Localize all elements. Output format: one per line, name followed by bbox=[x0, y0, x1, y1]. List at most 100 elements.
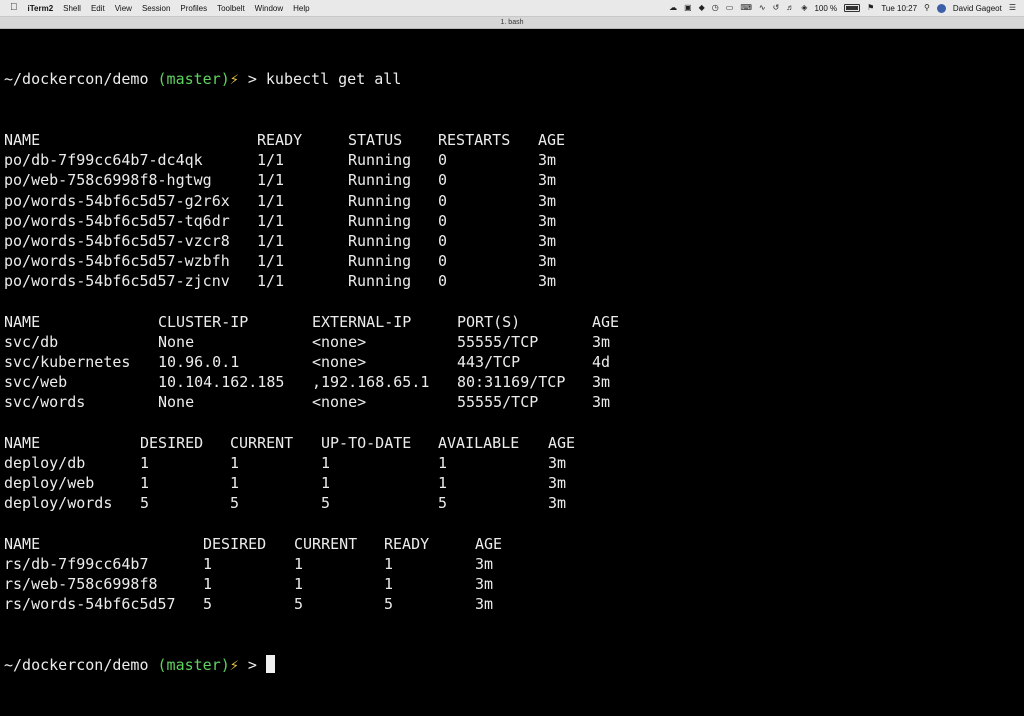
time-machine-icon[interactable]: ↺ bbox=[773, 0, 780, 16]
table-row: deploy/db 1 1 1 1 3m bbox=[4, 453, 566, 473]
user-name[interactable]: David Gageot bbox=[953, 4, 1002, 13]
table-cell: 5 bbox=[203, 595, 213, 614]
apple-menu-icon[interactable]:  bbox=[10, 0, 18, 16]
screen-mirror-icon[interactable]: ▭ bbox=[726, 0, 734, 16]
table-cell: 3m bbox=[548, 494, 567, 513]
table-row: rs/words-54bf6c5d57 5 5 5 3m bbox=[4, 594, 493, 614]
column-header: UP-TO-DATE bbox=[321, 433, 412, 452]
column-header: RESTARTS bbox=[438, 131, 511, 149]
spotlight-search-icon[interactable]: ⚲ bbox=[924, 0, 930, 16]
table-cell: 3m bbox=[592, 393, 611, 412]
table-cell: 3m bbox=[538, 151, 557, 170]
prompt-path: ~/dockercon/demo bbox=[4, 70, 149, 89]
menu-help[interactable]: Help bbox=[293, 4, 309, 13]
volume-icon[interactable]: ♬ bbox=[786, 0, 794, 16]
column-header: PORT(S) bbox=[457, 312, 521, 331]
table-cell: 4d bbox=[592, 353, 611, 372]
table-cell: 5 bbox=[140, 494, 150, 513]
table-cell: 3m bbox=[475, 575, 494, 594]
column-header: CURRENT bbox=[294, 534, 358, 553]
table-cell: 1 bbox=[438, 454, 448, 472]
table-cell: po/words-54bf6c5d57-zjcnv bbox=[4, 272, 230, 291]
table-cell: 1/1 bbox=[257, 231, 285, 250]
table-cell: svc/db bbox=[4, 332, 59, 351]
wifi-icon[interactable]: ◈ bbox=[801, 0, 807, 16]
table-cell: 5 bbox=[384, 595, 394, 614]
table-cell: 5 bbox=[438, 494, 448, 513]
table-cell: svc/web bbox=[4, 373, 68, 392]
table-cell: 3m bbox=[538, 191, 557, 210]
prompt-bolt: ⚡ bbox=[229, 70, 239, 89]
window-title-bar[interactable]: 1. bash bbox=[0, 17, 1024, 29]
table-cell: 1 bbox=[203, 575, 213, 594]
replicasets-table: NAME DESIRED CURRENT READY AGE rs/db-7f99cc64… bbox=[4, 534, 502, 615]
table-row: po/words-54bf6c5d57-tq6dr 1/1 Running 0 3m bbox=[4, 211, 556, 231]
table-cell: deploy/web bbox=[4, 474, 95, 493]
table-cell: 1 bbox=[294, 554, 304, 573]
column-header: AVAILABLE bbox=[438, 433, 520, 452]
table-cell: rs/words-54bf6c5d57 bbox=[4, 595, 176, 614]
table-cell: po/words-54bf6c5d57-wzbfh bbox=[4, 252, 230, 271]
timer-icon[interactable]: ◷ bbox=[712, 0, 719, 16]
menu-shell[interactable]: Shell bbox=[63, 4, 81, 13]
menu-session[interactable]: Session bbox=[142, 4, 170, 13]
table-cell: svc/words bbox=[4, 393, 86, 412]
table-row: svc/kubernetes 10.96.0.1 <none> 443/TCP 4d bbox=[4, 352, 610, 372]
table-cell: 1 bbox=[230, 474, 240, 493]
docker-whale-icon[interactable]: ▣ bbox=[684, 0, 692, 16]
table-row: po/words-54bf6c5d57-wzbfh 1/1 Running 0 3m bbox=[4, 251, 556, 271]
menu-view[interactable]: View bbox=[115, 4, 132, 13]
keyboard-icon[interactable]: ⌨ bbox=[740, 0, 752, 16]
table-header: NAME DESIRED CURRENT READY AGE bbox=[4, 534, 502, 554]
text-cursor[interactable] bbox=[265, 654, 275, 673]
table-cell: 1/1 bbox=[257, 171, 285, 190]
table-cell: 1 bbox=[384, 575, 394, 594]
dropbox-icon[interactable]: ◆ bbox=[699, 0, 705, 16]
table-cell: 10.96.0.1 bbox=[158, 353, 240, 372]
table-row: po/db-7f99cc64b7-dc4qk 1/1 Running 0 3m bbox=[4, 150, 556, 170]
table-cell: 3m bbox=[548, 474, 567, 493]
table-cell: 1/1 bbox=[257, 211, 285, 230]
table-row: rs/web-758c6998f8 1 1 1 3m bbox=[4, 574, 493, 594]
table-cell: svc/kubernetes bbox=[4, 353, 131, 372]
menu-edit[interactable]: Edit bbox=[91, 4, 105, 13]
column-header: STATUS bbox=[348, 131, 403, 149]
table-cell: deploy/words bbox=[4, 494, 113, 513]
prompt-line[interactable]: ~/dockercon/demo (master)⚡ > bbox=[4, 654, 401, 675]
table-cell: po/words-54bf6c5d57-vzcr8 bbox=[4, 231, 230, 250]
table-cell: Running bbox=[348, 171, 412, 190]
table-cell: None bbox=[158, 393, 195, 412]
user-avatar-icon[interactable] bbox=[936, 3, 946, 13]
table-cell: 1 bbox=[438, 474, 448, 493]
battery-icon[interactable] bbox=[844, 4, 861, 12]
table-cell: 1/1 bbox=[257, 272, 285, 291]
table-cell: 1 bbox=[321, 454, 331, 472]
bluetooth-icon[interactable]: ∿ bbox=[759, 0, 766, 16]
clock[interactable]: Tue 10:27 bbox=[881, 4, 917, 13]
terminal-area[interactable]: ~/dockercon/demo (master)⚡ > kubectl get… bbox=[0, 29, 1024, 674]
app-menu[interactable]: iTerm2 bbox=[28, 4, 54, 13]
prompt-path: ~/dockercon/demo bbox=[4, 655, 149, 674]
flag-icon[interactable]: ⚑ bbox=[867, 0, 874, 16]
menu-toolbelt[interactable]: Toolbelt bbox=[217, 4, 245, 13]
table-cell: po/web-758c6998f8-hgtwg bbox=[4, 171, 212, 190]
table-cell: 1/1 bbox=[257, 191, 285, 210]
column-header: DESIRED bbox=[140, 433, 204, 452]
table-cell: 5 bbox=[230, 494, 240, 513]
table-row: deploy/web 1 1 1 1 3m bbox=[4, 473, 566, 493]
table-row: svc/words None <none> 55555/TCP 3m bbox=[4, 392, 610, 412]
battery-percent[interactable]: 100 % bbox=[814, 4, 837, 13]
table-cell: 5 bbox=[294, 595, 304, 614]
notification-center-icon[interactable]: ☰ bbox=[1009, 0, 1016, 16]
table-cell: 3m bbox=[538, 171, 557, 190]
cloud-icon[interactable]: ☁ bbox=[669, 0, 677, 16]
menu-profiles[interactable]: Profiles bbox=[180, 4, 207, 13]
menu-window[interactable]: Window bbox=[255, 4, 283, 13]
column-header: EXTERNAL-IP bbox=[312, 312, 412, 331]
table-cell: po/words-54bf6c5d57-g2r6x bbox=[4, 191, 230, 210]
table-cell: <none> bbox=[312, 353, 367, 372]
table-cell: 3m bbox=[538, 252, 557, 271]
table-header: NAME READY STATUS RESTARTS AGE bbox=[4, 130, 565, 150]
table-cell: 0 bbox=[438, 151, 448, 170]
